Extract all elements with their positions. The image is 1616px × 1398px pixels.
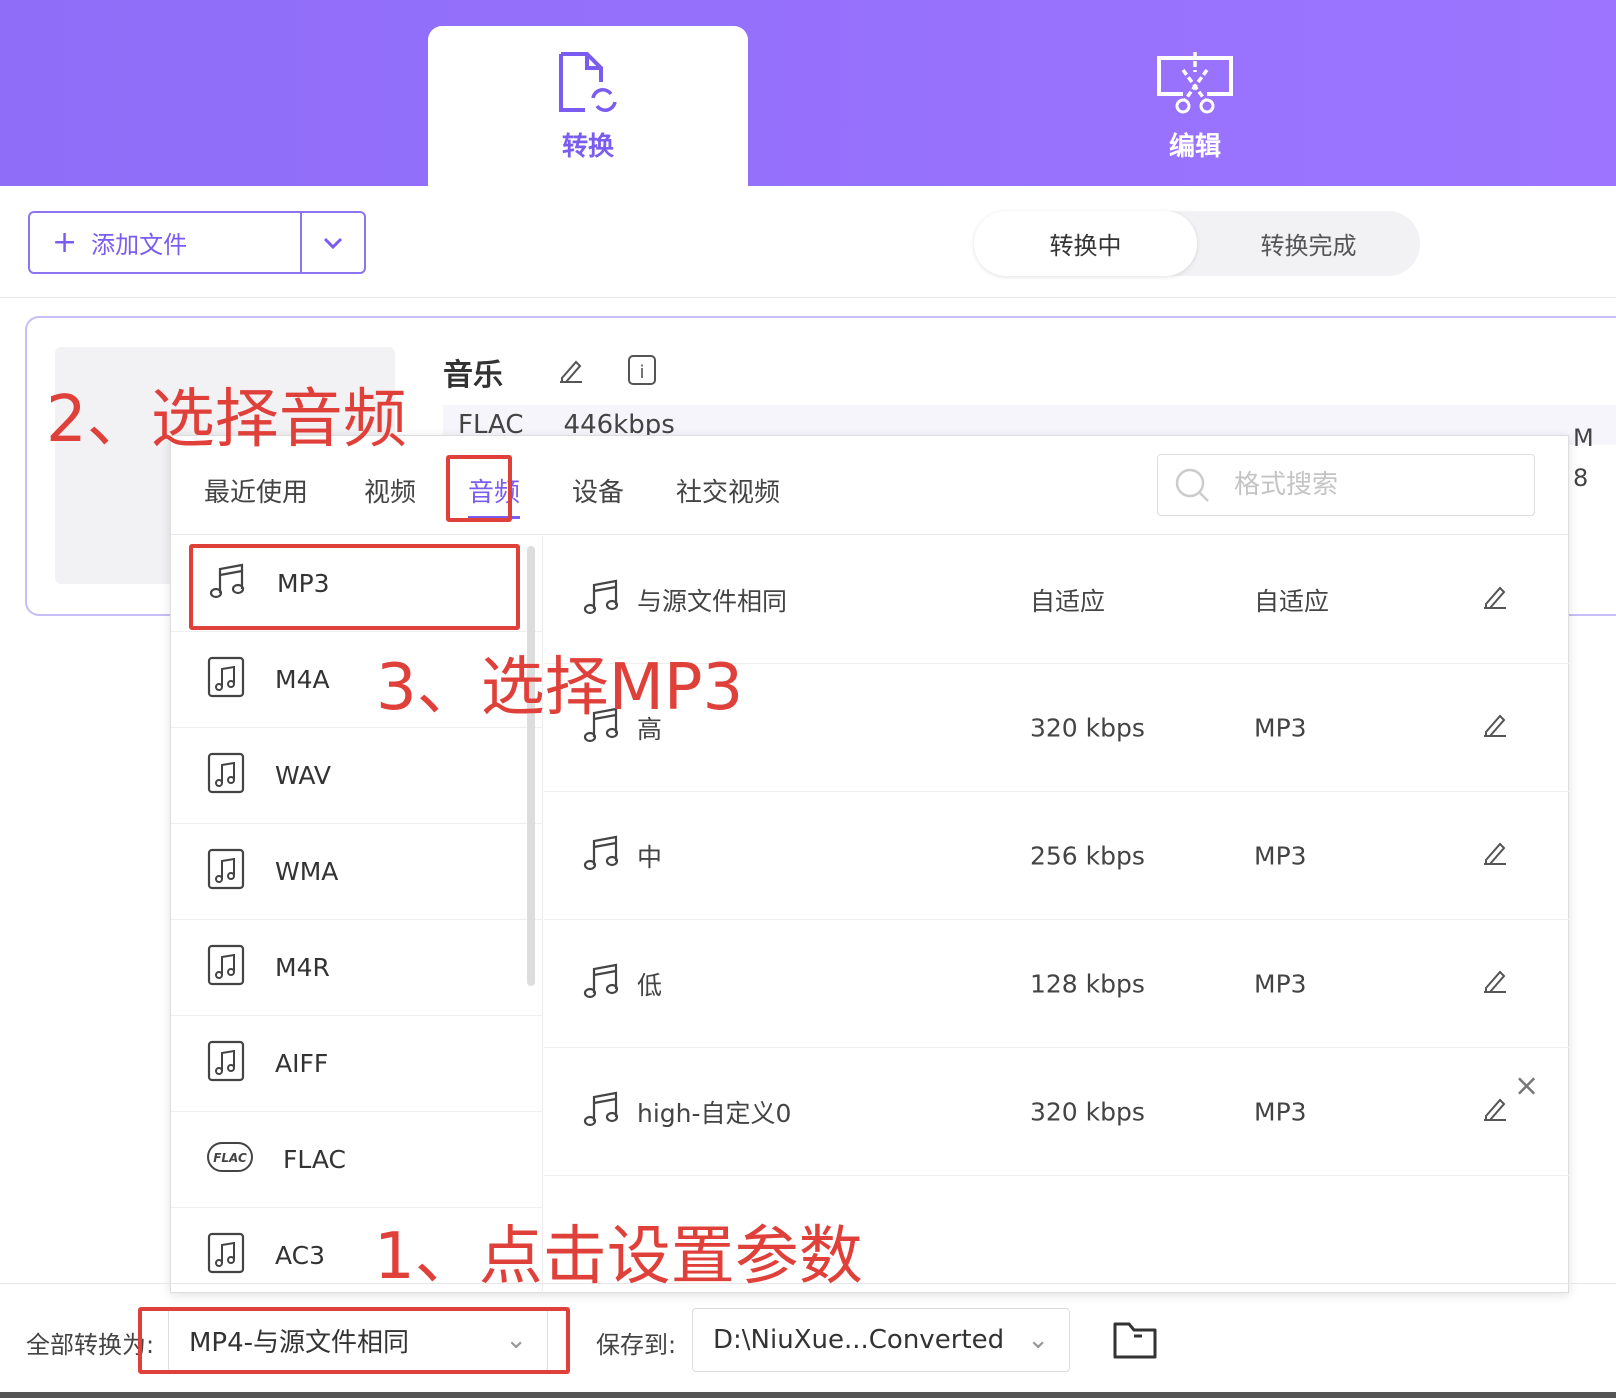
tab-recent[interactable]: 最近使用 — [204, 472, 308, 509]
audio-file-icon — [207, 848, 245, 896]
edit-pencil-icon[interactable] — [1480, 966, 1510, 1002]
edit-pencil-icon[interactable] — [1480, 1094, 1510, 1130]
preset-row[interactable]: 低 128 kbps MP3 — [544, 920, 1569, 1048]
format-item-wma[interactable]: WMA — [171, 824, 542, 920]
preset-format: MP3 — [1254, 969, 1307, 998]
svg-text:FLAC: FLAC — [213, 1151, 247, 1165]
highlight-audio-tab — [446, 455, 512, 522]
chevron-down-icon: ⌄ — [1027, 1325, 1049, 1355]
preset-bitrate: 128 kbps — [1030, 969, 1145, 998]
annotation-step3: 3、选择MP3 — [376, 651, 744, 725]
preset-row[interactable]: 中 256 kbps MP3 — [544, 792, 1569, 920]
output-format: M — [1573, 424, 1594, 452]
rename-pencil-icon[interactable] — [556, 356, 586, 386]
format-item-label: M4R — [275, 953, 330, 982]
convert-all-label: 全部转换为: — [26, 1331, 155, 1359]
highlight-mp3 — [189, 544, 520, 630]
add-file-main[interactable]: + 添加文件 — [30, 213, 302, 272]
tab-edit[interactable]: 编辑 — [1035, 26, 1355, 186]
edit-pencil-icon[interactable] — [1480, 582, 1510, 618]
format-item-flac[interactable]: FLAC FLAC — [171, 1112, 542, 1208]
music-note-icon — [581, 577, 621, 623]
file-convert-icon — [559, 51, 617, 112]
tab-device[interactable]: 设备 — [572, 472, 624, 509]
audio-file-icon — [207, 1232, 245, 1280]
preset-format: MP3 — [1254, 713, 1307, 742]
format-item-label: AIFF — [275, 1049, 329, 1078]
audio-file-icon — [207, 752, 245, 800]
divider — [0, 297, 1616, 298]
plus-icon: + — [52, 225, 78, 260]
preset-list: 与源文件相同 自适应 自适应 高 320 kbps MP3 中 256 kbps… — [544, 536, 1569, 1176]
audio-file-icon — [207, 656, 245, 704]
add-file-button[interactable]: + 添加文件 — [28, 211, 366, 274]
preset-name: 与源文件相同 — [637, 586, 788, 616]
tab-social-video[interactable]: 社交视频 — [676, 472, 780, 509]
format-item-wav[interactable]: WAV — [171, 728, 542, 824]
save-to-label: 保存到: — [596, 1331, 677, 1359]
output-info: M8 — [1573, 418, 1594, 498]
segment-converting[interactable]: 转换中 — [974, 211, 1197, 276]
edit-pencil-icon[interactable] — [1480, 710, 1510, 746]
preset-format: MP3 — [1254, 841, 1307, 870]
format-item-label: FLAC — [283, 1145, 347, 1174]
tab-convert[interactable]: 转换 — [428, 26, 748, 186]
window-bottom-edge — [0, 1392, 1616, 1398]
preset-name: 低 — [637, 970, 663, 1000]
annotation-step2: 2、选择音频 — [46, 383, 407, 457]
output-size: 8 — [1573, 464, 1589, 492]
format-search-input[interactable] — [1234, 470, 1494, 500]
top-header: 转换 编辑 — [0, 0, 1616, 186]
folder-icon[interactable] — [1112, 1318, 1158, 1360]
format-item-label: AC3 — [275, 1241, 326, 1270]
music-note-icon — [581, 961, 621, 1007]
preset-name: high-自定义0 — [637, 1098, 792, 1128]
highlight-convert-all — [138, 1307, 570, 1374]
tab-convert-label: 转换 — [561, 131, 614, 162]
preset-bitrate: 320 kbps — [1030, 713, 1145, 742]
audio-file-icon — [207, 944, 245, 992]
preset-format: 自适应 — [1254, 586, 1330, 616]
file-title: 音乐 — [443, 358, 503, 393]
add-file-label: 添加文件 — [91, 231, 188, 259]
scissors-edit-icon — [1157, 51, 1233, 113]
preset-bitrate: 256 kbps — [1030, 841, 1145, 870]
save-path-select[interactable]: D:\NiuXue...Converted ⌄ — [692, 1308, 1070, 1372]
svg-text:i: i — [639, 362, 644, 383]
music-note-icon — [581, 833, 621, 879]
preset-row[interactable]: high-自定义0 320 kbps MP3 × — [544, 1048, 1569, 1176]
format-item-label: WAV — [275, 761, 331, 790]
edit-pencil-icon[interactable] — [1480, 838, 1510, 874]
audio-file-icon — [207, 1040, 245, 1088]
tab-edit-label: 编辑 — [1168, 131, 1221, 162]
preset-bitrate: 自适应 — [1030, 586, 1106, 616]
save-path-value: D:\NiuXue...Converted — [713, 1325, 1005, 1355]
search-icon — [1175, 468, 1209, 502]
format-search[interactable] — [1157, 454, 1535, 516]
segment-converted[interactable]: 转换完成 — [1197, 211, 1420, 276]
format-list-scrollbar[interactable] — [527, 546, 535, 986]
annotation-step1: 1、点击设置参数 — [374, 1220, 863, 1294]
preset-format: MP3 — [1254, 1097, 1307, 1126]
flac-icon: FLAC — [207, 1141, 253, 1178]
add-file-dropdown[interactable] — [302, 213, 364, 272]
format-item-aiff[interactable]: AIFF — [171, 1016, 542, 1112]
preset-bitrate: 320 kbps — [1030, 1097, 1145, 1126]
tab-video[interactable]: 视频 — [364, 472, 416, 509]
format-item-label: WMA — [275, 857, 339, 886]
format-item-m4r[interactable]: M4R — [171, 920, 542, 1016]
close-icon[interactable]: × — [1514, 1069, 1539, 1104]
status-segmented-control: 转换中 转换完成 — [974, 211, 1420, 276]
format-item-label: M4A — [275, 665, 330, 694]
music-note-icon — [581, 1089, 621, 1135]
preset-name: 中 — [637, 842, 663, 872]
chevron-down-icon — [323, 237, 343, 249]
info-icon[interactable]: i — [627, 354, 657, 386]
